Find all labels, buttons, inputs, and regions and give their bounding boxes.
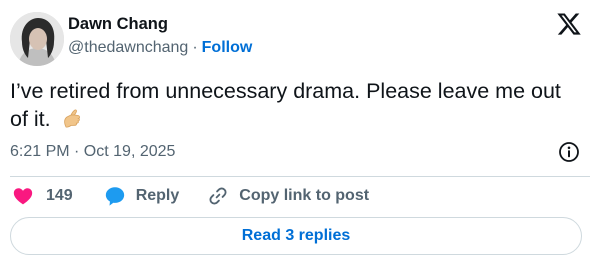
user-handle[interactable]: @thedawnchang [68,39,188,56]
follow-link[interactable]: Follow [202,39,253,56]
copy-link-label: Copy link to post [239,187,370,204]
tweet-text: I’ve retired from unnecessary drama. Ple… [10,77,582,133]
tweet-card: Dawn Chang @thedawnchang · Follow I’ve ret… [0,0,600,269]
read-replies-button[interactable]: Read 3 replies [10,217,582,255]
reply-label: Reply [135,187,180,204]
separator-dot: · [192,39,198,56]
tweet-body: I’ve retired from unnecessary drama. Ple… [10,79,561,131]
hand-with-index-finger-and-thumb-crossed-icon [61,107,83,129]
reply-bubble-icon [105,187,124,206]
reply-button[interactable]: Reply [104,185,180,207]
like-count: 149 [46,187,73,204]
x-logo-icon[interactable] [556,11,582,37]
avatar[interactable] [10,12,64,66]
display-name[interactable]: Dawn Chang [68,14,168,34]
like-button[interactable]: 149 [12,185,73,207]
handle-row: @thedawnchang · Follow [68,38,252,58]
divider [10,176,590,177]
heart-icon [13,188,33,205]
tweet-timestamp[interactable]: 6:21 PM · Oct 19, 2025 [10,142,175,162]
read-replies-label: Read 3 replies [241,227,351,244]
link-icon [209,187,227,205]
action-bar: 149 Reply Copy link to post [12,184,369,208]
copy-link-button[interactable]: Copy link to post [207,185,369,207]
info-icon[interactable] [558,141,580,163]
